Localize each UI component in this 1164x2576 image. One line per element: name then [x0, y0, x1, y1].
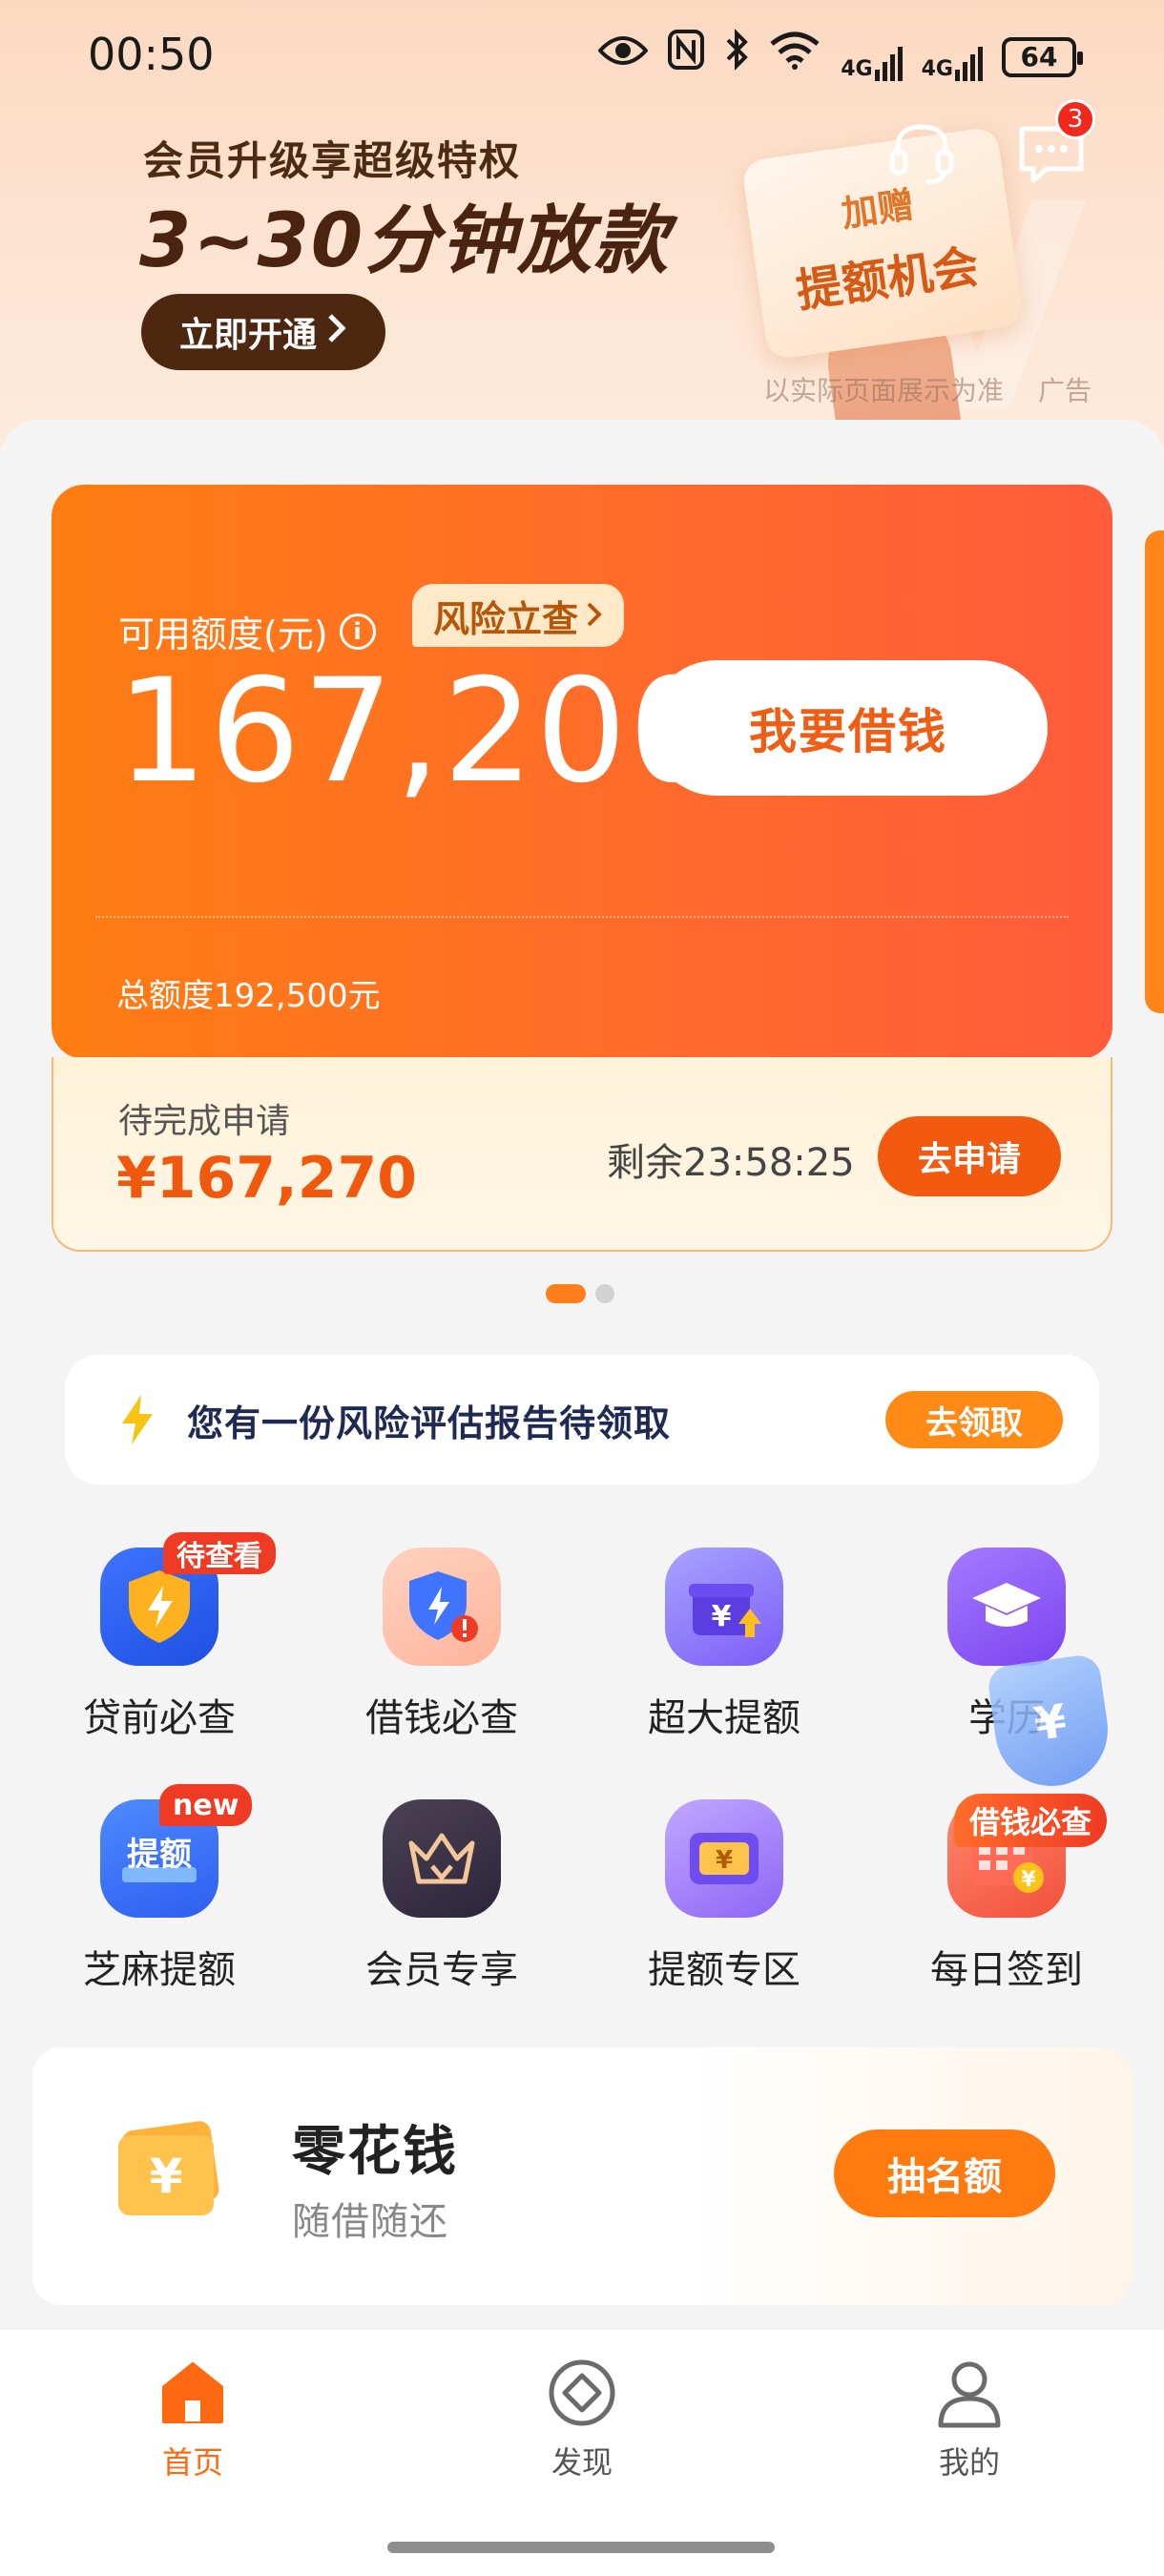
yuan-ticket-icon: ¥ [665, 1799, 783, 1918]
product-subtitle: 随借随还 [292, 2200, 448, 2244]
eye-icon [597, 31, 649, 84]
grid-label: 超大提额 [648, 1696, 800, 1740]
promo-subtitle: 会员升级享超级特权 [143, 137, 522, 184]
side-pull-tab[interactable] [1145, 530, 1164, 1013]
home-indicator[interactable] [387, 2542, 775, 2553]
svg-text:¥: ¥ [150, 2149, 183, 2204]
grid-label: 借钱必查 [365, 1696, 518, 1740]
signal-2-icon: 4G [922, 33, 983, 81]
bonus-card-line2: 提额机会 [793, 239, 983, 319]
yuan-card-icon: ¥ [118, 2121, 219, 2215]
borrow-button[interactable]: 我要借钱 [649, 660, 1048, 796]
pending-countdown: 剩余23:58:25 [607, 1141, 855, 1185]
risk-check-label: 风险立查 [433, 597, 579, 640]
grid-label: 芝麻提额 [83, 1948, 236, 1992]
carousel-dot[interactable] [595, 1284, 614, 1303]
status-time: 00:50 [88, 29, 215, 80]
nfc-icon [667, 29, 705, 85]
carousel-dot-active[interactable] [546, 1284, 586, 1303]
chevron-right-icon [326, 313, 347, 352]
total-credit: 总额度192,500元 [116, 977, 381, 1015]
graduation-cap-icon [947, 1548, 1066, 1666]
svg-text:¥: ¥ [712, 1600, 732, 1633]
network-type-label: 4G [841, 56, 873, 81]
grid-label: 每日签到 [930, 1948, 1083, 1992]
svg-text:¥: ¥ [1021, 1868, 1036, 1892]
svg-text:¥: ¥ [716, 1846, 733, 1875]
info-icon[interactable]: i [339, 613, 376, 650]
grid-label: 会员专享 [365, 1948, 518, 1992]
pending-view-badge: 待查看 [163, 1532, 276, 1574]
grid-item-super-credit[interactable]: ¥ 超大提额 [614, 1548, 834, 1767]
pending-amount: ¥167,270 [116, 1145, 418, 1212]
grid-item-sesame-credit[interactable]: 提额 new 芝麻提额 [50, 1784, 269, 2019]
lightning-icon [122, 1395, 153, 1444]
carousel-indicator [546, 1284, 614, 1303]
ad-tag: 广告 [1038, 375, 1092, 406]
promo-title: 3~30分钟放款 [139, 198, 671, 284]
draw-quota-button[interactable]: 抽名额 [834, 2129, 1055, 2217]
svg-text:提额: 提额 [127, 1836, 192, 1874]
grid-item-pre-loan-check[interactable]: 待查看 贷前必查 [50, 1532, 276, 1767]
status-icons: 4G 4G 64 [597, 29, 1083, 85]
notice-text: 您有一份风险评估报告待领取 [187, 1402, 672, 1444]
tab-label: 首页 [161, 2444, 223, 2481]
grid-label: 提额专区 [648, 1948, 800, 1992]
apply-button[interactable]: 去申请 [878, 1116, 1061, 1196]
headset-icon[interactable] [882, 113, 962, 193]
bluetooth-icon [724, 29, 749, 85]
chevron-right-icon [586, 594, 603, 636]
gift-yuan-icon: ¥ [665, 1548, 783, 1666]
tab-discover[interactable]: 发现 [487, 2357, 677, 2483]
wifi-icon [768, 29, 821, 85]
risk-check-chip[interactable]: 风险立查 [412, 584, 625, 647]
open-membership-label: 立即开通 [178, 316, 317, 355]
discover-icon [549, 2359, 615, 2426]
tab-profile[interactable]: 我的 [874, 2357, 1065, 2483]
grid-item-borrow-check[interactable]: 借钱必查 [332, 1548, 551, 1767]
message-count-badge: 3 [1055, 99, 1095, 139]
pending-label: 待完成申请 [118, 1102, 291, 1141]
tab-label: 我的 [938, 2444, 1000, 2481]
grid-item-credit-zone[interactable]: ¥ 提额专区 [614, 1799, 834, 2019]
available-credit-amount: 167,200 [116, 649, 722, 815]
new-badge: new [159, 1784, 253, 1826]
crown-icon [383, 1799, 501, 1918]
grid-label: 贷前必查 [83, 1696, 236, 1740]
profile-icon [938, 2361, 1001, 2428]
battery-icon: 64 [1002, 36, 1083, 77]
claim-report-button[interactable]: 去领取 [885, 1391, 1063, 1448]
ad-disclaimer: 以实际页面展示为准 [763, 375, 1005, 406]
floating-promo-badge[interactable]: 借钱必查 [954, 1794, 1108, 1847]
network-type-label: 4G [921, 56, 953, 81]
shield-lightning-icon: 待查看 [100, 1532, 276, 1666]
tie-e-icon: 提额 new [100, 1784, 253, 1918]
tab-home[interactable]: 首页 [97, 2357, 288, 2483]
open-membership-button[interactable]: 立即开通 [141, 294, 385, 370]
risk-report-notice[interactable]: 您有一份风险评估报告待领取 去领取 [65, 1355, 1099, 1485]
card-divider [95, 916, 1069, 918]
signal-1-icon: 4G [841, 33, 903, 81]
status-bar: 00:50 4G 4G 64 [0, 0, 1164, 114]
shield-alert-icon [383, 1548, 501, 1666]
tab-label: 发现 [551, 2444, 613, 2481]
product-title: 零花钱 [292, 2121, 458, 2183]
grid-item-vip[interactable]: 会员专享 [332, 1799, 551, 2019]
home-icon [162, 2362, 223, 2423]
